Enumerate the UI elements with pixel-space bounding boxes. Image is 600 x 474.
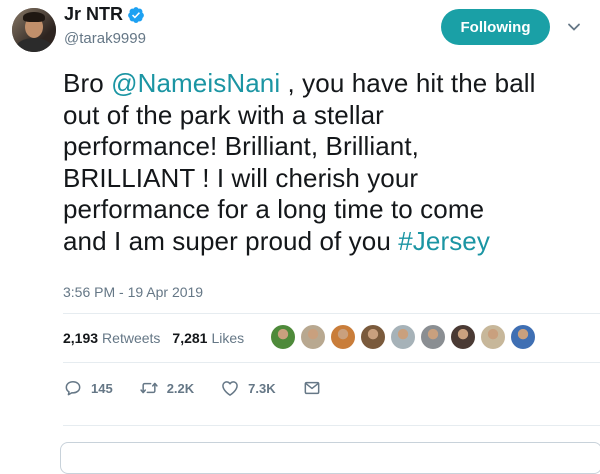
reply-button[interactable]: 145 xyxy=(63,378,113,398)
divider xyxy=(63,425,600,426)
tweet-text-fragment: and I am super proud of you xyxy=(63,225,399,256)
retweet-button[interactable]: 2.2K xyxy=(139,378,194,398)
tweet-text-fragment: performance for a long time to come xyxy=(63,194,485,224)
tweet-text-fragment: BRILLIANT ! I will cherish your xyxy=(63,162,419,193)
tweet-stats: 2,193 Retweets 7,281 Likes xyxy=(63,330,252,346)
reply-icon xyxy=(65,381,81,396)
reply-count: 145 xyxy=(91,380,113,396)
tweet-text-fragment: , you have hit the ball xyxy=(280,68,536,98)
retweet-icon xyxy=(140,382,158,394)
tweet-text-fragment: out of the park with a stellar xyxy=(63,99,384,130)
heart-icon xyxy=(222,381,239,396)
tweet-text-fragment: Bro xyxy=(63,68,112,98)
tweet-card: Jr NTR @tarak9999 Following Bro @NameisN… xyxy=(0,0,600,474)
reply-input[interactable] xyxy=(60,442,600,474)
following-button[interactable]: Following xyxy=(441,9,550,45)
tweet-text: Bro @NameisNani , you have hit the ball o… xyxy=(63,68,588,257)
liker-avatar[interactable] xyxy=(300,324,326,350)
liker-avatars xyxy=(270,324,540,350)
user-handle[interactable]: @tarak9999 xyxy=(64,30,146,47)
liker-avatar[interactable] xyxy=(420,324,446,350)
liker-avatar[interactable] xyxy=(480,324,506,350)
retweets-count[interactable]: 2,193 xyxy=(63,330,98,346)
tweet-text-line: performance! Brilliant, Brilliant, xyxy=(63,131,588,163)
direct-message-button[interactable] xyxy=(302,378,322,398)
likes-count[interactable]: 7,281 xyxy=(172,330,207,346)
display-name[interactable]: Jr NTR xyxy=(64,4,123,25)
likes-label[interactable]: Likes xyxy=(211,330,244,346)
retweet-count: 2.2K xyxy=(166,380,195,396)
tweet-text-line: Bro @NameisNani , you have hit the ball xyxy=(63,68,588,100)
tweet-text-line: BRILLIANT ! I will cherish your xyxy=(63,163,588,195)
envelope-icon xyxy=(304,381,320,395)
tweet-text-line: out of the park with a stellar xyxy=(63,100,588,132)
liker-avatar[interactable] xyxy=(390,324,416,350)
hashtag-link[interactable]: #Jersey xyxy=(398,226,490,256)
tweet-text-fragment: performance! Brilliant, Brilliant, xyxy=(63,131,419,161)
like-count: 7.3K xyxy=(248,380,276,396)
liker-avatar[interactable] xyxy=(360,324,386,350)
avatar[interactable] xyxy=(12,8,56,52)
liker-avatar[interactable] xyxy=(450,324,476,350)
tweet-actions: 145 2.2K 7.3K xyxy=(63,378,348,398)
retweets-label[interactable]: Retweets xyxy=(102,330,160,346)
liker-avatar[interactable] xyxy=(510,324,536,350)
divider xyxy=(63,362,600,363)
liker-avatar[interactable] xyxy=(330,324,356,350)
mention-link[interactable]: @NameisNani xyxy=(111,68,280,98)
verified-badge-icon xyxy=(127,6,145,24)
name-row: Jr NTR xyxy=(64,4,145,25)
liker-avatar[interactable] xyxy=(270,324,296,350)
chevron-down-icon[interactable] xyxy=(567,20,581,34)
divider xyxy=(63,313,600,314)
tweet-text-line: performance for a long time to come xyxy=(63,194,588,226)
tweet-text-line: and I am super proud of you #Jersey xyxy=(63,226,588,258)
tweet-timestamp[interactable]: 3:56 PM - 19 Apr 2019 xyxy=(63,284,203,300)
like-button[interactable]: 7.3K xyxy=(220,378,276,398)
